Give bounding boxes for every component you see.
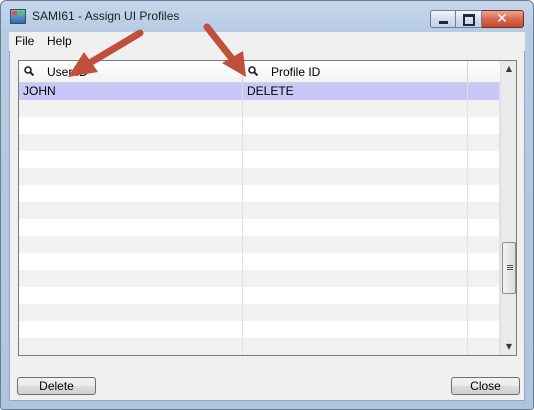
empty-row[interactable] <box>19 321 500 338</box>
client-area: User ID Profile ID JOHN DELETE ▲ ▼ Delet… <box>9 51 525 401</box>
empty-row[interactable] <box>19 287 500 304</box>
empty-cell[interactable] <box>243 338 468 355</box>
empty-cell[interactable] <box>243 202 468 219</box>
empty-cell[interactable] <box>243 168 468 185</box>
empty-cell[interactable] <box>468 100 500 117</box>
maximize-button[interactable] <box>456 10 482 28</box>
empty-cell[interactable] <box>19 270 243 287</box>
empty-cell[interactable] <box>243 219 468 236</box>
empty-row[interactable] <box>19 236 500 253</box>
empty-cell[interactable] <box>19 321 243 338</box>
empty-row[interactable] <box>19 117 500 134</box>
cell-profile-id[interactable]: DELETE <box>243 83 468 100</box>
search-icon[interactable] <box>248 66 258 76</box>
empty-cell[interactable] <box>243 287 468 304</box>
cell-user-id[interactable]: JOHN <box>19 83 243 100</box>
empty-cell[interactable] <box>468 151 500 168</box>
minimize-button[interactable] <box>430 10 456 28</box>
column-header-user-id[interactable]: User ID <box>19 61 243 82</box>
column-header-profile-id[interactable]: Profile ID <box>243 61 468 82</box>
empty-cell[interactable] <box>468 168 500 185</box>
empty-cell[interactable] <box>19 304 243 321</box>
profiles-grid: User ID Profile ID JOHN DELETE ▲ ▼ <box>18 60 517 356</box>
window-title: SAMI61 - Assign UI Profiles <box>32 9 180 23</box>
empty-cell[interactable] <box>19 202 243 219</box>
column-label-user-id: User ID <box>47 65 88 79</box>
empty-cell[interactable] <box>243 117 468 134</box>
empty-row[interactable] <box>19 270 500 287</box>
empty-cell[interactable] <box>243 304 468 321</box>
empty-cell[interactable] <box>468 185 500 202</box>
empty-cell[interactable] <box>468 253 500 270</box>
menu-help[interactable]: Help <box>47 34 72 48</box>
empty-row[interactable] <box>19 185 500 202</box>
empty-cell[interactable] <box>19 236 243 253</box>
menu-bar: File Help <box>9 32 525 52</box>
empty-row[interactable] <box>19 202 500 219</box>
empty-row[interactable] <box>19 100 500 117</box>
empty-row[interactable] <box>19 134 500 151</box>
cell-blank[interactable] <box>468 83 500 100</box>
empty-cell[interactable] <box>243 185 468 202</box>
vertical-scrollbar[interactable]: ▲ ▼ <box>500 61 516 355</box>
empty-cell[interactable] <box>19 134 243 151</box>
empty-cell[interactable] <box>19 151 243 168</box>
empty-row[interactable] <box>19 219 500 236</box>
empty-cell[interactable] <box>19 100 243 117</box>
empty-cell[interactable] <box>243 100 468 117</box>
empty-cell[interactable] <box>243 270 468 287</box>
empty-cell[interactable] <box>243 321 468 338</box>
delete-button[interactable]: Delete <box>17 377 96 395</box>
empty-cell[interactable] <box>19 117 243 134</box>
empty-cell[interactable] <box>468 236 500 253</box>
empty-cell[interactable] <box>19 287 243 304</box>
empty-cell[interactable] <box>468 287 500 304</box>
empty-row[interactable] <box>19 338 500 355</box>
empty-cell[interactable] <box>468 117 500 134</box>
grid-header: User ID Profile ID <box>19 61 500 83</box>
empty-cell[interactable] <box>468 338 500 355</box>
empty-cell[interactable] <box>19 338 243 355</box>
empty-cell[interactable] <box>19 168 243 185</box>
empty-cell[interactable] <box>468 304 500 321</box>
empty-cell[interactable] <box>468 321 500 338</box>
empty-row[interactable] <box>19 168 500 185</box>
maximize-icon <box>463 14 475 26</box>
empty-cell[interactable] <box>19 219 243 236</box>
empty-cell[interactable] <box>468 134 500 151</box>
table-row[interactable]: JOHN DELETE <box>19 83 500 100</box>
empty-row[interactable] <box>19 253 500 270</box>
empty-cell[interactable] <box>243 253 468 270</box>
empty-cell[interactable] <box>243 134 468 151</box>
arrow-down-icon[interactable]: ▼ <box>501 339 516 355</box>
menu-file[interactable]: File <box>15 34 34 48</box>
minimize-icon <box>439 21 448 24</box>
empty-row[interactable] <box>19 304 500 321</box>
empty-cell[interactable] <box>243 236 468 253</box>
window: SAMI61 - Assign UI Profiles ✕ File Help … <box>0 0 534 410</box>
search-icon[interactable] <box>24 66 34 76</box>
title-bar[interactable]: SAMI61 - Assign UI Profiles ✕ <box>1 1 533 31</box>
empty-cell[interactable] <box>468 270 500 287</box>
app-icon[interactable] <box>10 9 26 24</box>
empty-cell[interactable] <box>468 219 500 236</box>
empty-cell[interactable] <box>19 253 243 270</box>
window-close-button[interactable]: ✕ <box>482 10 524 28</box>
empty-cell[interactable] <box>468 202 500 219</box>
empty-row[interactable] <box>19 151 500 168</box>
empty-cell[interactable] <box>243 151 468 168</box>
scrollbar-thumb[interactable] <box>502 242 516 294</box>
column-header-blank <box>468 61 500 82</box>
column-label-profile-id: Profile ID <box>271 65 321 79</box>
close-icon: ✕ <box>496 11 508 27</box>
close-button[interactable]: Close <box>451 377 520 395</box>
empty-cell[interactable] <box>19 185 243 202</box>
arrow-up-icon[interactable]: ▲ <box>501 61 516 77</box>
